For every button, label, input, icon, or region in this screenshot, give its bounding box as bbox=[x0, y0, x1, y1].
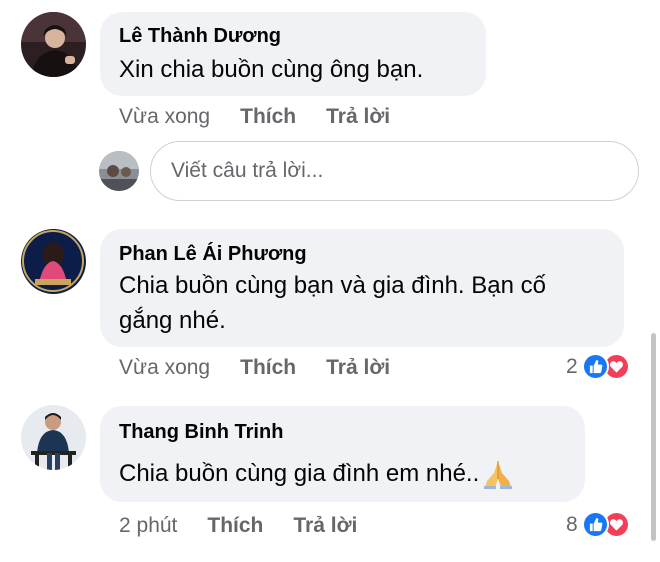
comment-text-line-1: Chia buồn cùng bạn và gia đình. Bạn cố bbox=[119, 272, 546, 299]
current-user-avatar bbox=[99, 151, 139, 191]
avatar[interactable] bbox=[21, 12, 86, 77]
like-button[interactable]: Thích bbox=[207, 514, 263, 538]
avatar[interactable] bbox=[21, 229, 86, 294]
comment-time[interactable]: Vừa xong bbox=[119, 105, 210, 129]
thumbs-up-icon bbox=[581, 511, 609, 538]
comment-author[interactable]: Thang Binh Trinh bbox=[119, 421, 283, 444]
reaction-summary[interactable]: 2 bbox=[566, 353, 630, 380]
like-button[interactable]: Thích bbox=[240, 356, 296, 380]
avatar[interactable] bbox=[21, 405, 86, 470]
reaction-count: 8 bbox=[566, 512, 578, 536]
like-button[interactable]: Thích bbox=[240, 105, 296, 129]
comment-text-line-2: gắng nhé. bbox=[119, 307, 226, 334]
comment-time[interactable]: Vừa xong bbox=[119, 356, 210, 380]
reaction-count: 2 bbox=[566, 354, 578, 378]
comment-author[interactable]: Phan Lê Ái Phương bbox=[119, 243, 307, 266]
scrollbar[interactable] bbox=[651, 333, 656, 541]
comment-author[interactable]: Lê Thành Dương bbox=[119, 25, 281, 48]
comment-text-body: Chia buồn cùng gia đình em nhé.. bbox=[119, 460, 480, 487]
reply-button[interactable]: Trả lời bbox=[293, 514, 357, 538]
reply-button[interactable]: Trả lời bbox=[326, 356, 390, 380]
folded-hands-icon bbox=[481, 457, 515, 491]
thumbs-up-icon bbox=[581, 353, 609, 380]
reaction-summary[interactable]: 8 bbox=[566, 511, 630, 538]
comment-text: Xin chia buồn cùng ông bạn. bbox=[119, 56, 424, 83]
comment-actions: Vừa xong Thích Trả lời bbox=[119, 105, 390, 129]
reply-input[interactable] bbox=[150, 141, 639, 201]
comment-actions: Vừa xong Thích Trả lời bbox=[119, 356, 390, 380]
comment-actions: 2 phút Thích Trả lời bbox=[119, 514, 357, 538]
comment-time[interactable]: 2 phút bbox=[119, 514, 177, 538]
reply-button[interactable]: Trả lời bbox=[326, 105, 390, 129]
comment-text: Chia buồn cùng gia đình em nhé.. bbox=[119, 456, 515, 492]
